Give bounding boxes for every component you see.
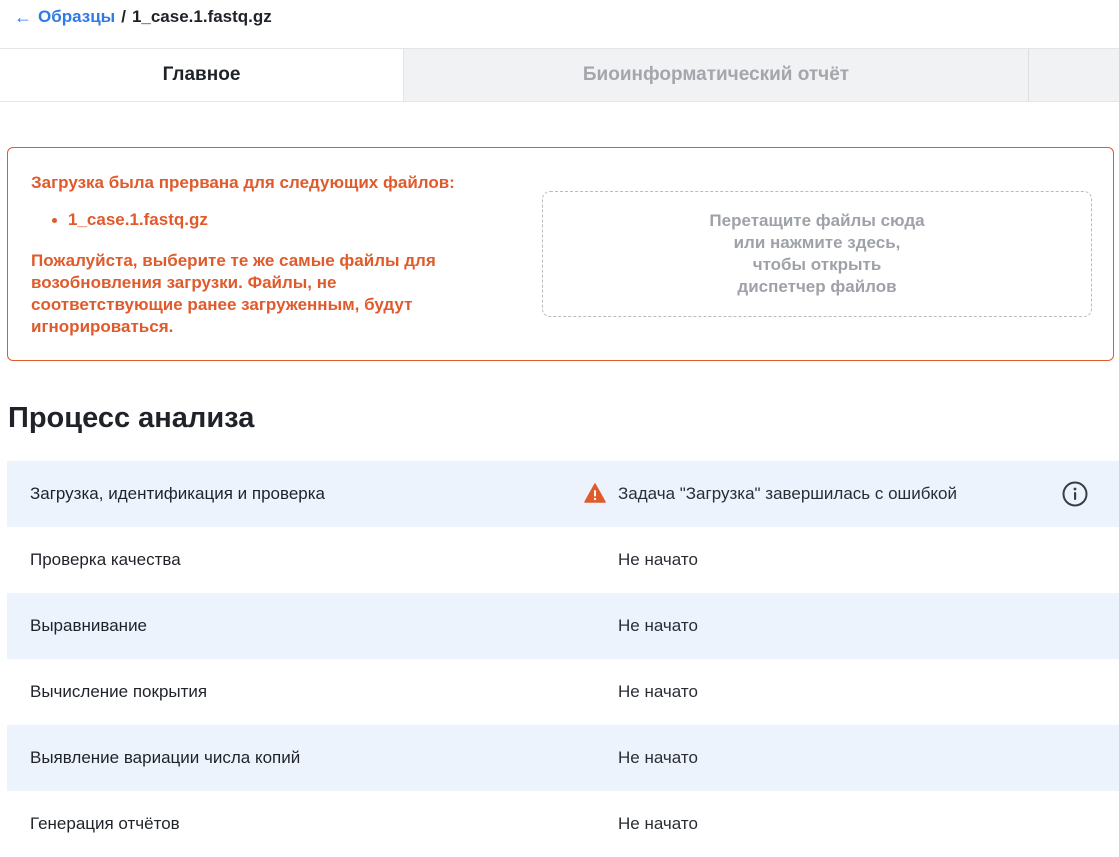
step-status: Не начато (618, 748, 698, 767)
step-row-cnv: Выявление вариации числа копий Не начато (7, 725, 1119, 791)
step-name: Проверка качества (30, 550, 181, 569)
step-status: Не начато (618, 616, 698, 635)
breadcrumb-separator: / (121, 7, 126, 26)
dropzone-text: Перетащите файлы сюда или нажмите здесь,… (709, 211, 925, 296)
file-dropzone[interactable]: Перетащите файлы сюда или нажмите здесь,… (542, 191, 1092, 317)
step-row-coverage: Вычисление покрытия Не начато (7, 659, 1119, 725)
breadcrumb: ← Образцы / 1_case.1.fastq.gz (14, 5, 272, 29)
step-name: Выравнивание (30, 616, 148, 635)
step-name: Вычисление покрытия (30, 682, 208, 701)
step-row-upload: Загрузка, идентификация и проверка Задач… (7, 461, 1119, 527)
step-status: Не начато (618, 682, 698, 701)
step-name: Выявление вариации числа копий (30, 748, 301, 767)
tab-bioinformatics-report[interactable]: Биоинформатический отчёт (403, 49, 1028, 101)
arrow-left-icon: ← (14, 7, 32, 27)
tab-bar-filler (1028, 49, 1119, 101)
breadcrumb-parent-label: Образцы (38, 7, 116, 26)
analysis-steps-list: Загрузка, идентификация и проверка Задач… (7, 461, 1119, 857)
step-row-report-generation: Генерация отчётов Не начато (7, 791, 1119, 857)
info-icon[interactable] (1062, 481, 1088, 507)
breadcrumb-current: 1_case.1.fastq.gz (131, 7, 272, 26)
step-status: Не начато (618, 814, 698, 833)
step-status: Задача "Загрузка" завершилась с ошибкой (618, 484, 958, 503)
upload-interrupted-alert: Загрузка была прервана для следующих фай… (7, 147, 1114, 361)
tab-bar: Главное Биоинформатический отчёт (0, 48, 1119, 102)
step-status: Не начато (618, 550, 698, 569)
alert-message: Пожалуйста, выберите те же самые файлы д… (31, 251, 436, 336)
warning-icon (584, 483, 606, 503)
interrupted-files-list: 1_case.1.fastq.gz (52, 210, 208, 230)
step-row-alignment: Выравнивание Не начато (7, 593, 1119, 659)
step-row-quality-check: Проверка качества Не начато (7, 527, 1119, 593)
step-name: Загрузка, идентификация и проверка (30, 484, 325, 503)
interrupted-file-item: 1_case.1.fastq.gz (52, 210, 208, 229)
back-to-samples-link[interactable]: ← Образцы (14, 7, 115, 27)
tab-main[interactable]: Главное (0, 49, 403, 101)
analysis-process-title: Процесс анализа (8, 402, 255, 434)
alert-title: Загрузка была прервана для следующих фай… (31, 173, 455, 192)
step-name: Генерация отчётов (30, 814, 180, 833)
